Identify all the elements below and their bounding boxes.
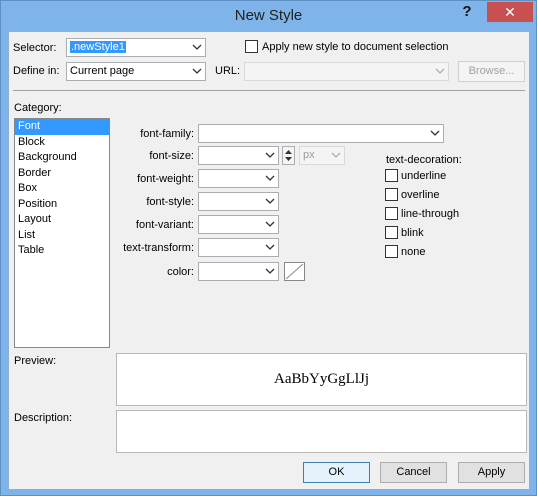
no-color-icon xyxy=(285,263,304,280)
font-size-combo[interactable] xyxy=(198,146,279,165)
chevron-down-icon xyxy=(430,130,440,136)
line-through-label: line-through xyxy=(401,208,460,220)
description-box[interactable] xyxy=(116,410,527,453)
chevron-down-icon xyxy=(265,268,275,274)
define-in-label: Define in: xyxy=(13,65,60,77)
category-label: Category: xyxy=(14,102,62,114)
chevron-down-icon xyxy=(265,221,275,227)
line-through-checkbox[interactable] xyxy=(385,207,398,220)
font-family-label: font-family: xyxy=(140,128,194,140)
category-item-font[interactable]: Font xyxy=(15,119,109,135)
chevron-down-icon xyxy=(265,198,275,204)
chevron-down-icon xyxy=(192,44,202,50)
define-in-combo[interactable]: Current page xyxy=(66,62,206,81)
title-bar[interactable]: New Style ? ✕ xyxy=(1,1,536,31)
selector-value: .newStyle1 xyxy=(70,41,126,53)
chevron-down-icon xyxy=(435,68,445,74)
url-label: URL: xyxy=(215,65,241,77)
font-variant-label: font-variant: xyxy=(135,219,194,231)
text-transform-combo[interactable] xyxy=(198,238,279,257)
none-label: none xyxy=(401,246,426,258)
underline-label: underline xyxy=(401,170,447,182)
apply-new-style-label: Apply new style to document selection xyxy=(262,41,449,53)
chevron-down-icon xyxy=(265,175,275,181)
font-family-combo[interactable] xyxy=(198,124,444,143)
blink-checkbox[interactable] xyxy=(385,226,398,239)
url-combo[interactable] xyxy=(244,62,449,81)
overline-label: overline xyxy=(401,189,440,201)
browse-button[interactable]: Browse... xyxy=(458,61,525,82)
separator xyxy=(13,90,525,91)
category-item-position[interactable]: Position xyxy=(15,197,109,213)
underline-checkbox[interactable] xyxy=(385,169,398,182)
dialog-client-area: Selector: .newStyle1 Apply new style to … xyxy=(8,31,530,490)
cancel-button[interactable]: Cancel xyxy=(380,462,447,483)
category-item-block[interactable]: Block xyxy=(15,135,109,151)
none-checkbox[interactable] xyxy=(385,245,398,258)
preview-box: AaBbYyGgLlJj xyxy=(116,353,527,406)
chevron-down-icon xyxy=(192,68,202,74)
selector-label: Selector: xyxy=(13,42,57,54)
category-item-table[interactable]: Table xyxy=(15,243,109,259)
color-combo[interactable] xyxy=(198,262,279,281)
font-size-spinner[interactable] xyxy=(282,146,295,165)
font-style-combo[interactable] xyxy=(198,192,279,211)
apply-new-style-checkbox[interactable] xyxy=(245,40,258,53)
help-button[interactable]: ? xyxy=(454,2,480,22)
preview-label: Preview: xyxy=(14,355,57,367)
ok-button[interactable]: OK xyxy=(303,462,370,483)
font-weight-combo[interactable] xyxy=(198,169,279,188)
font-style-label: font-style: xyxy=(146,196,194,208)
define-in-value: Current page xyxy=(70,65,135,77)
selector-combo[interactable]: .newStyle1 xyxy=(66,38,206,57)
chevron-down-icon xyxy=(331,152,341,158)
category-item-background[interactable]: Background xyxy=(15,150,109,166)
spinner-arrows-icon xyxy=(285,150,292,161)
color-label: color: xyxy=(167,266,194,278)
text-decoration-label: text-decoration: xyxy=(386,154,462,166)
category-item-layout[interactable]: Layout xyxy=(15,212,109,228)
category-item-box[interactable]: Box xyxy=(15,181,109,197)
category-item-list[interactable]: List xyxy=(15,228,109,244)
font-size-unit-combo[interactable]: px xyxy=(299,146,345,165)
apply-button[interactable]: Apply xyxy=(458,462,525,483)
chevron-down-icon xyxy=(265,244,275,250)
category-list[interactable]: Font Block Background Border Box Positio… xyxy=(14,118,110,348)
font-weight-label: font-weight: xyxy=(137,173,194,185)
font-variant-combo[interactable] xyxy=(198,215,279,234)
font-size-label: font-size: xyxy=(149,150,194,162)
font-size-unit-value: px xyxy=(303,149,315,161)
overline-checkbox[interactable] xyxy=(385,188,398,201)
color-swatch[interactable] xyxy=(284,262,305,281)
description-label: Description: xyxy=(14,412,73,424)
text-transform-label: text-transform: xyxy=(123,242,194,254)
category-item-border[interactable]: Border xyxy=(15,166,109,182)
chevron-down-icon xyxy=(265,152,275,158)
blink-label: blink xyxy=(401,227,424,239)
preview-sample-text: AaBbYyGgLlJj xyxy=(274,371,369,387)
new-style-dialog: New Style ? ✕ Selector: .newStyle1 Apply… xyxy=(0,0,537,496)
close-button[interactable]: ✕ xyxy=(487,2,533,22)
